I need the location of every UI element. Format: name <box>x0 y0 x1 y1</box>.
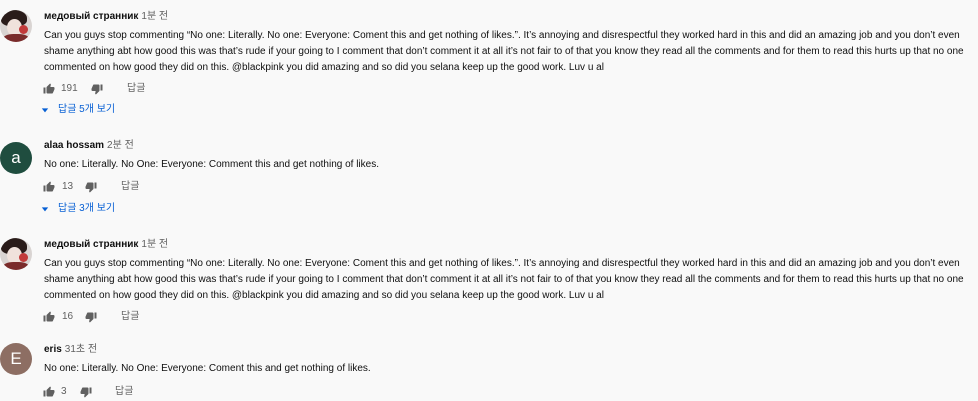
thumb-down-icon <box>91 84 103 95</box>
like-count: 16 <box>62 311 74 322</box>
comment-time[interactable]: 1분 전 <box>141 239 168 250</box>
view-replies-label: 답글 5개 보기 <box>58 104 116 115</box>
author-name[interactable]: медовый странник <box>44 239 138 250</box>
comment-time[interactable]: 1분 전 <box>141 11 168 22</box>
avatar-letter: a <box>11 148 21 167</box>
dislike-button[interactable] <box>85 179 97 195</box>
comment-actions: 16 답글 <box>43 309 243 325</box>
dislike-button[interactable] <box>85 309 97 325</box>
author-name[interactable]: медовый странник <box>44 11 138 22</box>
reply-button[interactable]: 답글 <box>127 82 145 96</box>
comment-text: Can you guys stop commenting “No one: Li… <box>44 30 964 73</box>
thumb-down-icon <box>80 387 92 398</box>
comment-text: No one: Literally. No One: Everyone: Com… <box>44 363 371 374</box>
like-button[interactable] <box>43 384 55 400</box>
view-replies-button[interactable]: 답글 3개 보기 <box>41 201 115 217</box>
comment-header: alaa hossam 2분 전 <box>44 139 134 153</box>
like-count: 3 <box>61 386 67 397</box>
like-button[interactable] <box>43 81 55 97</box>
comment-header: медовый странник 1분 전 <box>44 10 168 24</box>
comment-item: медовый странник 1분 전 Can you guys stop c… <box>0 10 978 120</box>
comment-header: медовый странник 1분 전 <box>44 238 168 252</box>
avatar-letter: E <box>10 349 22 368</box>
comment-time[interactable]: 31초 전 <box>65 344 97 355</box>
view-replies-label: 답글 3개 보기 <box>58 203 116 214</box>
like-button[interactable] <box>43 309 55 325</box>
caret-down-icon <box>41 207 49 212</box>
thumb-down-icon <box>85 312 97 323</box>
like-count: 191 <box>61 83 78 94</box>
dislike-button[interactable] <box>91 81 103 97</box>
thumb-up-icon <box>43 386 55 397</box>
caret-down-icon <box>41 108 49 113</box>
like-count: 13 <box>62 181 74 192</box>
thumb-up-icon <box>43 311 55 322</box>
comment-header: eris 31초 전 <box>44 343 97 357</box>
comment-time[interactable]: 2분 전 <box>107 140 134 151</box>
like-button[interactable] <box>43 179 55 195</box>
comment-item: E eris 31초 전 No one: Literally. No One: E… <box>0 343 978 401</box>
reply-button[interactable]: 답글 <box>121 180 139 194</box>
avatar[interactable]: a <box>0 142 32 174</box>
comment-actions: 13 답글 <box>43 179 243 195</box>
thumb-up-icon <box>43 181 55 192</box>
reply-button[interactable]: 답글 <box>115 385 133 399</box>
dislike-button[interactable] <box>80 384 92 400</box>
comment-text: No one: Literally. No One: Everyone: Com… <box>44 159 379 170</box>
comment-actions: 191 답글 <box>43 81 243 97</box>
comment-text: Can you guys stop commenting “No one: Li… <box>44 258 964 301</box>
comment-item: медовый странник 1분 전 Can you guys stop c… <box>0 238 978 328</box>
avatar[interactable] <box>0 10 32 42</box>
comment-item: a alaa hossam 2분 전 No one: Literally. No … <box>0 139 978 219</box>
view-replies-button[interactable]: 답글 5개 보기 <box>41 102 115 118</box>
author-name[interactable]: alaa hossam <box>44 140 104 151</box>
thumb-up-icon <box>43 83 55 94</box>
author-name[interactable]: eris <box>44 344 62 355</box>
avatar[interactable]: E <box>0 343 32 375</box>
avatar[interactable] <box>0 238 32 270</box>
reply-button[interactable]: 답글 <box>121 310 139 324</box>
thumb-down-icon <box>85 182 97 193</box>
comment-actions: 3 답글 <box>43 384 243 400</box>
